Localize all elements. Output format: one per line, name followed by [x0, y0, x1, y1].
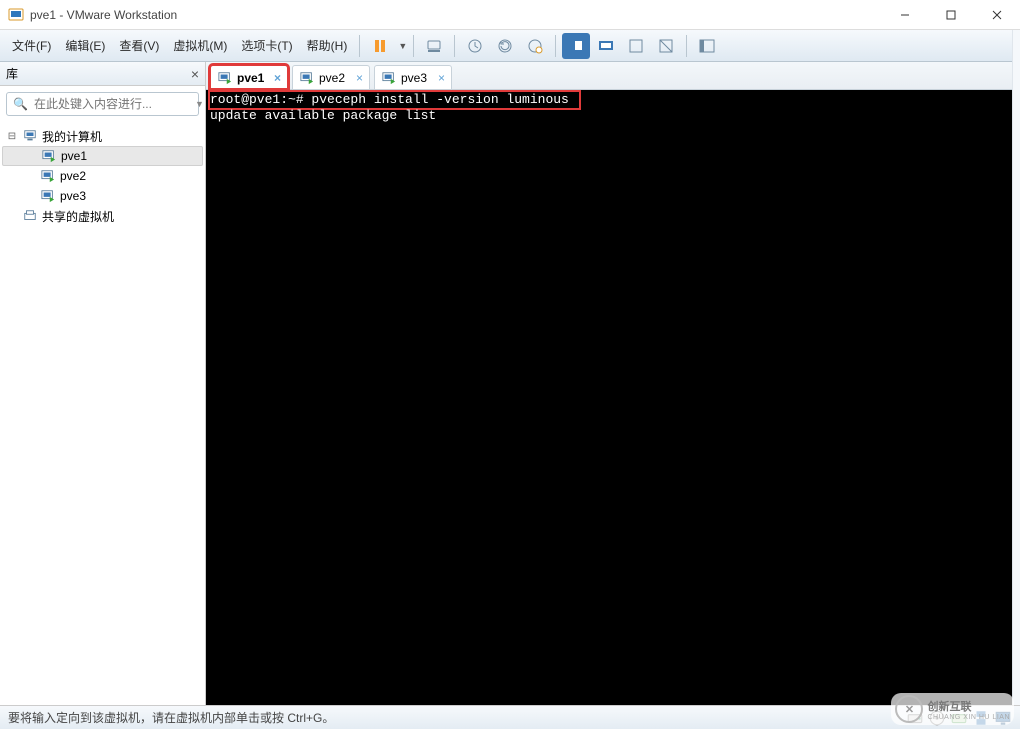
send-ctrl-alt-del-icon[interactable]	[420, 33, 448, 59]
search-dropdown-icon[interactable]: ▼	[195, 99, 204, 109]
menu-view[interactable]: 查看(V)	[113, 33, 165, 58]
main-area: 库 × 🔍 ▼ ⊟ 我的计算机 pve1	[0, 62, 1020, 705]
toolbar-separator	[454, 35, 455, 57]
twisty-icon	[6, 211, 18, 222]
window-controls	[882, 0, 1020, 30]
tree-vm-pve3[interactable]: pve3	[2, 186, 203, 206]
status-hint: 要将输入定向到该虚拟机，请在虚拟机内部单击或按 Ctrl+G。	[8, 709, 334, 726]
library-search-box[interactable]: 🔍 ▼	[6, 92, 199, 116]
content-area: pve1 × pve2 × pve3 × root@pve1:~# pvecep…	[206, 62, 1020, 705]
vm-tab-pve3[interactable]: pve3 ×	[374, 65, 452, 89]
menubar: 文件(F) 编辑(E) 查看(V) 虚拟机(M) 选项卡(T) 帮助(H) ▼	[0, 30, 1020, 62]
menu-file[interactable]: 文件(F)	[6, 33, 57, 58]
tab-label: pve1	[237, 71, 264, 85]
vm-running-icon	[40, 188, 56, 204]
menu-edit[interactable]: 编辑(E)	[59, 33, 111, 58]
twisty-icon[interactable]: ⊟	[6, 131, 18, 142]
snapshot-take-icon[interactable]	[461, 33, 489, 59]
watermark-text: 创新互联	[927, 698, 1010, 714]
vm-running-icon	[299, 70, 315, 86]
tab-close-icon[interactable]: ×	[438, 71, 445, 85]
tree-my-computer[interactable]: ⊟ 我的计算机	[2, 126, 203, 146]
menu-tabs[interactable]: 选项卡(T)	[235, 33, 298, 58]
view-console-icon[interactable]	[562, 33, 590, 59]
library-title: 库	[6, 65, 18, 82]
watermark: ✕ 创新互联 CHUANG XIN HU LIAN	[891, 693, 1014, 725]
library-close-icon[interactable]: ×	[191, 66, 199, 82]
tab-close-icon[interactable]: ×	[356, 71, 363, 85]
computer-icon	[22, 128, 38, 144]
snapshot-revert-icon[interactable]	[491, 33, 519, 59]
tab-label: pve3	[401, 71, 427, 85]
watermark-logo-icon: ✕	[895, 695, 923, 723]
snapshot-manager-icon[interactable]	[521, 33, 549, 59]
library-header: 库 ×	[0, 62, 205, 86]
right-strip	[1012, 30, 1020, 705]
toolbar-separator	[413, 35, 414, 57]
tree-shared-vms[interactable]: 共享的虚拟机	[2, 206, 203, 226]
watermark-sub: CHUANG XIN HU LIAN	[927, 714, 1010, 721]
view-thumbnail-icon[interactable]	[592, 33, 620, 59]
pause-button[interactable]	[366, 33, 394, 59]
shared-icon	[22, 208, 38, 224]
console-wrap: root@pve1:~# pveceph install -version lu…	[206, 90, 1020, 705]
app-icon	[8, 7, 24, 23]
tab-label: pve2	[319, 71, 345, 85]
console-line-2: update available package list	[210, 108, 436, 123]
toolbar-separator	[555, 35, 556, 57]
vm-console[interactable]: root@pve1:~# pveceph install -version lu…	[206, 90, 1020, 705]
toolbar-separator	[359, 35, 360, 57]
vm-tab-pve1[interactable]: pve1 ×	[210, 65, 288, 89]
unity-icon[interactable]	[652, 33, 680, 59]
toolbar-separator	[686, 35, 687, 57]
vm-running-icon	[41, 148, 57, 164]
close-button[interactable]	[974, 0, 1020, 30]
console-line-1: root@pve1:~# pveceph install -version lu…	[210, 92, 579, 108]
tree-label: pve1	[61, 149, 87, 163]
vm-running-icon	[40, 168, 56, 184]
library-toggle-icon[interactable]	[693, 33, 721, 59]
tree-label: pve2	[60, 169, 86, 183]
window-title: pve1 - VMware Workstation	[30, 8, 177, 22]
vm-tab-pve2[interactable]: pve2 ×	[292, 65, 370, 89]
statusbar: 要将输入定向到该虚拟机，请在虚拟机内部单击或按 Ctrl+G。	[0, 705, 1020, 729]
library-search-row: 🔍 ▼	[0, 86, 205, 122]
vm-running-icon	[381, 70, 397, 86]
search-input[interactable]	[34, 97, 189, 111]
fullscreen-icon[interactable]	[622, 33, 650, 59]
vm-running-icon	[217, 70, 233, 86]
library-tree: ⊟ 我的计算机 pve1 pve2	[0, 122, 205, 705]
titlebar: pve1 - VMware Workstation	[0, 0, 1020, 30]
menu-help[interactable]: 帮助(H)	[301, 33, 354, 58]
tree-label: pve3	[60, 189, 86, 203]
minimize-button[interactable]	[882, 0, 928, 30]
tree-vm-pve2[interactable]: pve2	[2, 166, 203, 186]
maximize-button[interactable]	[928, 0, 974, 30]
pause-dropdown[interactable]: ▼	[398, 41, 407, 51]
tree-label: 共享的虚拟机	[42, 208, 114, 225]
search-icon: 🔍	[13, 97, 28, 111]
vm-tabs: pve1 × pve2 × pve3 ×	[206, 62, 1020, 90]
menu-vm[interactable]: 虚拟机(M)	[167, 33, 233, 58]
tab-close-icon[interactable]: ×	[274, 71, 281, 85]
library-sidebar: 库 × 🔍 ▼ ⊟ 我的计算机 pve1	[0, 62, 206, 705]
tree-label: 我的计算机	[42, 128, 102, 145]
tree-vm-pve1[interactable]: pve1	[2, 146, 203, 166]
